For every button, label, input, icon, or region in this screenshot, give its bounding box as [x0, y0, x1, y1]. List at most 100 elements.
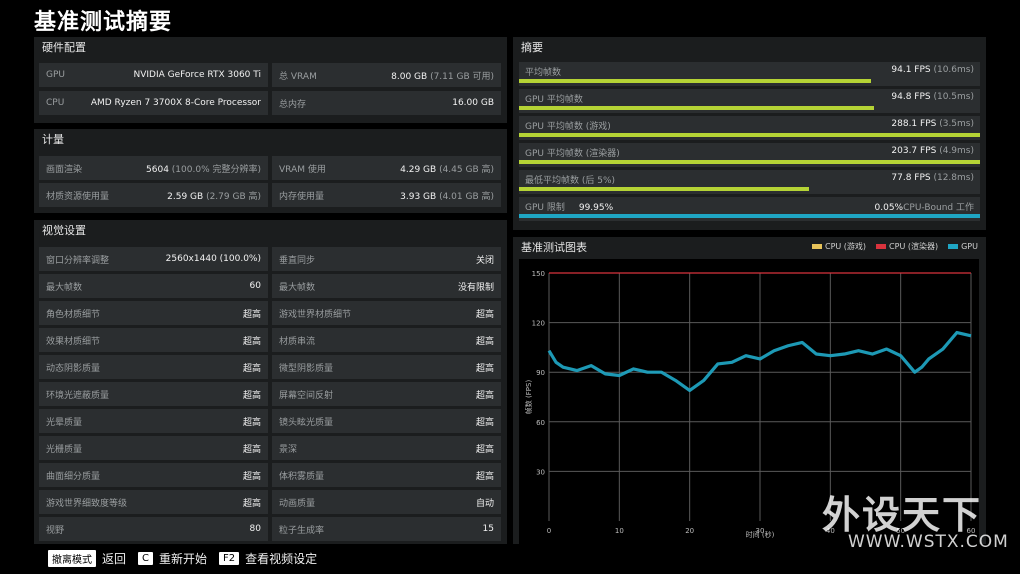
- visual-setting-row: 动态阴影质量 超高: [39, 355, 268, 379]
- x-tick-label: 40: [826, 527, 835, 535]
- visual-setting-row: 镜头眩光质量 超高: [272, 409, 501, 433]
- visual-setting-value: 超高: [475, 336, 494, 347]
- footer-key[interactable]: C: [138, 552, 153, 565]
- metrics-row-ram: 内存使用量 3.93 GB (4.01 GB 高): [272, 183, 501, 207]
- visual-setting-key: 微型阴影质量: [279, 363, 334, 374]
- visual-setting-key: 光晕质量: [46, 417, 83, 428]
- legend-item: GPU: [948, 241, 978, 252]
- gpu-limit-pct: 99.95%: [578, 203, 614, 213]
- summary-value: 94.1 FPS (10.6ms): [891, 65, 974, 75]
- summary-label: GPU 平均帧数 (游戏): [525, 122, 611, 132]
- hardware-key: CPU: [46, 98, 65, 108]
- summary-row: GPU 平均帧数 94.8 FPS (10.5ms): [519, 89, 980, 113]
- footer-key[interactable]: 撤离模式: [48, 550, 96, 567]
- visual-setting-row: 光晕质量 超高: [39, 409, 268, 433]
- visual-setting-key: 垂直同步: [279, 255, 316, 266]
- hardware-value: AMD Ryzen 7 3700X 8-Core Processor: [90, 98, 261, 108]
- summary-value: 203.7 FPS (4.9ms): [891, 146, 974, 156]
- hardware-row-cpu: CPU AMD Ryzen 7 3700X 8-Core Processor: [39, 91, 268, 115]
- metrics-panel: 计量 画面渲染 5604 (100.0% 完整分辨率) VRAM 使用 4.29…: [34, 129, 507, 213]
- y-tick-label: 30: [536, 468, 545, 476]
- hardware-value: NVIDIA GeForce RTX 3060 Ti: [133, 70, 261, 80]
- visual-setting-row: 曲面细分质量 超高: [39, 463, 268, 487]
- visual-setting-key: 屏幕空间反射: [279, 390, 334, 401]
- legend-item: CPU (渲染器): [876, 241, 938, 252]
- metrics-row-vram: VRAM 使用 4.29 GB (4.45 GB 高): [272, 156, 501, 180]
- metrics-value: 4.29 GB (4.45 GB 高): [400, 164, 494, 175]
- visual-setting-row: 材质串流 超高: [272, 328, 501, 352]
- visual-setting-key: 光栅质量: [46, 444, 83, 455]
- hardware-panel-title: 硬件配置: [42, 41, 86, 54]
- visual-setting-key: 窗口分辨率调整: [46, 255, 110, 266]
- visual-setting-row: 最大帧数 60: [39, 274, 268, 298]
- summary-bar: [519, 160, 980, 164]
- visual-setting-value: 2560x1440 (100.0%): [165, 254, 261, 264]
- footer-actions: 撤离模式 返回 C 重新开始 F2 查看视频设定: [48, 550, 329, 567]
- x-axis-label: 时间 (秒): [746, 530, 775, 539]
- summary-value: 77.8 FPS (12.8ms): [891, 173, 974, 183]
- summary-bar: [519, 133, 980, 137]
- visual-setting-key: 最大帧数: [46, 282, 83, 293]
- visual-setting-row: 视野 80: [39, 517, 268, 541]
- visual-setting-key: 镜头眩光质量: [279, 417, 334, 428]
- summary-label: GPU 平均帧数 (渲染器): [525, 149, 620, 159]
- visual-setting-value: 超高: [475, 471, 494, 482]
- visual-setting-row: 窗口分辨率调整 2560x1440 (100.0%): [39, 247, 268, 271]
- visual-setting-row: 环境光遮蔽质量 超高: [39, 382, 268, 406]
- visual-setting-row: 屏幕空间反射 超高: [272, 382, 501, 406]
- visual-setting-row: 角色材质细节 超高: [39, 301, 268, 325]
- visual-setting-value: 超高: [242, 390, 261, 401]
- metrics-value: 3.93 GB (4.01 GB 高): [400, 191, 494, 202]
- visual-setting-value: 超高: [475, 417, 494, 428]
- summary-label: 平均帧数: [525, 68, 562, 78]
- gpu-limit-label: GPU 限制: [525, 203, 565, 213]
- visual-setting-key: 材质串流: [279, 336, 316, 347]
- visual-setting-key: 粒子生成率: [279, 525, 325, 536]
- hardware-panel: 硬件配置 GPU NVIDIA GeForce RTX 3060 Ti 总 VR…: [34, 37, 507, 123]
- legend-item: CPU (游戏): [811, 241, 867, 252]
- visual-setting-row: 景深 超高: [272, 436, 501, 460]
- gpu-limit-bar: [519, 214, 980, 218]
- summary-bar: [519, 79, 872, 83]
- summary-bar: [519, 106, 874, 110]
- visual-settings-title: 视觉设置: [42, 224, 86, 237]
- gpu-limit-row: GPU 限制 99.95% 0.05%CPU-Bound 工作: [519, 197, 980, 221]
- hardware-row-gpu: GPU NVIDIA GeForce RTX 3060 Ti: [39, 63, 268, 87]
- summary-label: 最低平均帧数 (后 5%): [525, 176, 616, 186]
- metrics-key: 材质资源使用量: [46, 191, 110, 202]
- visual-setting-value: 60: [249, 281, 261, 291]
- x-tick-label: 50: [896, 527, 905, 535]
- metrics-row-render: 画面渲染 5604 (100.0% 完整分辨率): [39, 156, 268, 180]
- footer-action[interactable]: 查看视频设定: [245, 550, 317, 567]
- visual-setting-value: 没有限制: [457, 282, 494, 293]
- metrics-key: VRAM 使用: [279, 164, 326, 175]
- y-tick-label: 120: [532, 320, 545, 328]
- legend-label: CPU (游戏): [824, 242, 867, 251]
- visual-setting-key: 视野: [46, 525, 65, 536]
- cpu-bound-label: CPU-Bound 工作: [903, 203, 974, 213]
- metrics-value: 5604 (100.0% 完整分辨率): [146, 164, 261, 175]
- visual-setting-value: 超高: [475, 390, 494, 401]
- visual-setting-value: 超高: [242, 471, 261, 482]
- legend-label: CPU (渲染器): [889, 242, 939, 251]
- visual-setting-key: 游戏世界细致度等级: [46, 498, 128, 509]
- visual-setting-value: 15: [482, 524, 494, 534]
- visual-setting-key: 游戏世界材质细节: [279, 309, 352, 320]
- footer-key[interactable]: F2: [219, 552, 240, 565]
- metrics-key: 画面渲染: [46, 164, 83, 175]
- visual-setting-row: 游戏世界材质细节 超高: [272, 301, 501, 325]
- y-tick-label: 60: [536, 419, 545, 427]
- chart-panel: 基准测试图表 CPU (游戏) CPU (渲染器) GPU 0 10 20 30 40 50 6…: [513, 237, 986, 559]
- hardware-key: 总 VRAM: [279, 71, 317, 82]
- summary-value: 94.8 FPS (10.5ms): [891, 92, 974, 102]
- benchmark-chart: 0 10 20 30 40 50 60306090120150时间 (秒)帧数 (FPS): [524, 270, 975, 539]
- footer-action[interactable]: 返回: [102, 550, 126, 567]
- visual-setting-value: 超高: [242, 498, 261, 509]
- visual-setting-value: 超高: [475, 363, 494, 374]
- footer-action[interactable]: 重新开始: [159, 550, 207, 567]
- visual-setting-row: 体积雾质量 超高: [272, 463, 501, 487]
- y-axis-label: 帧数 (FPS): [524, 380, 533, 415]
- visual-setting-key: 效果材质细节: [46, 336, 101, 347]
- summary-row: 平均帧数 94.1 FPS (10.6ms): [519, 62, 980, 86]
- summary-label: GPU 平均帧数: [525, 95, 583, 105]
